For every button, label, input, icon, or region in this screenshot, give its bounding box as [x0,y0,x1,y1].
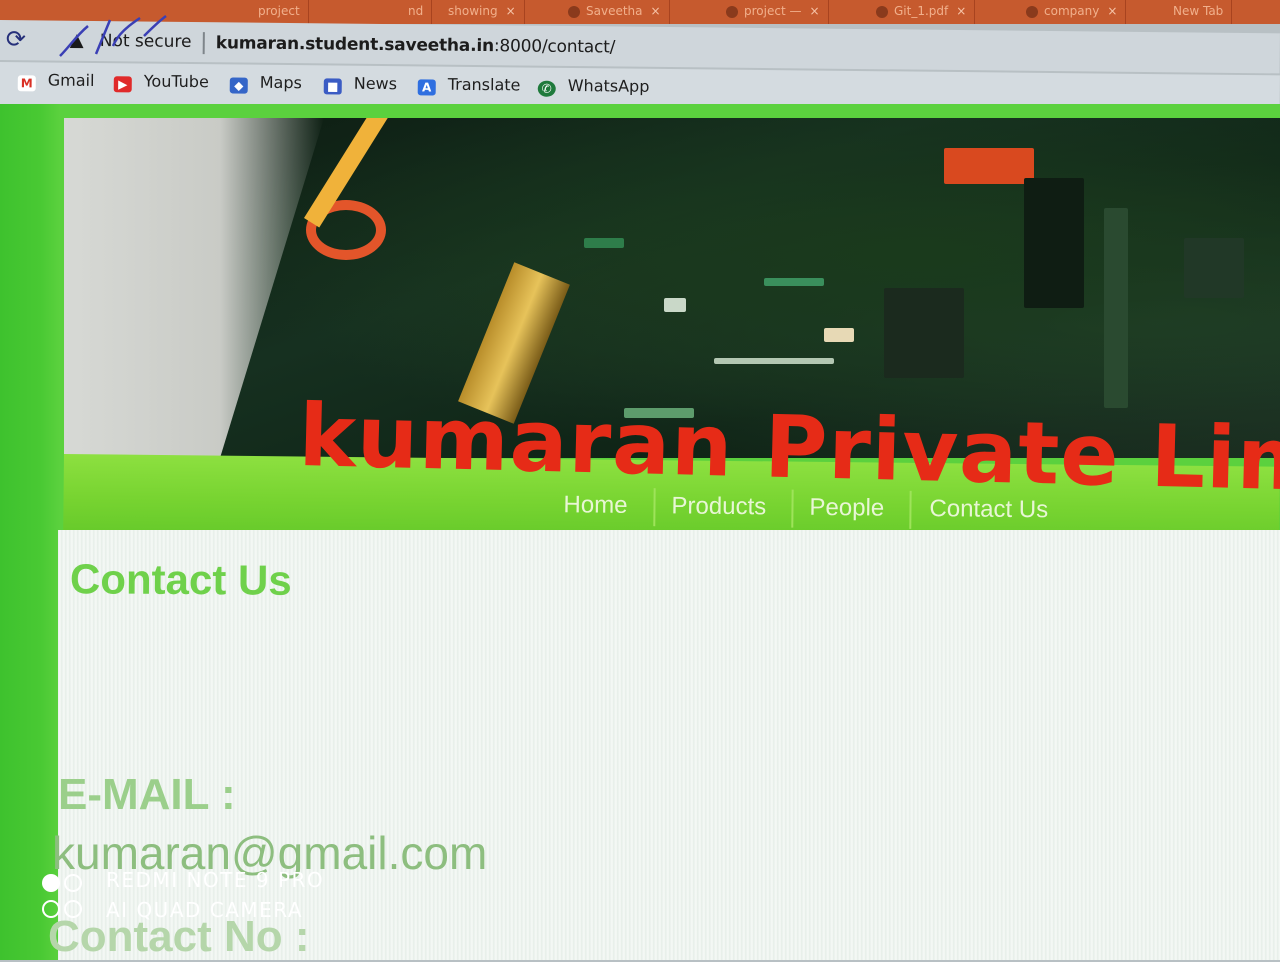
reload-icon[interactable]: ⟳ [6,25,32,53]
gmail-icon: M [17,75,36,92]
browser-tab[interactable]: New Tab [1165,0,1233,24]
board-component [584,238,624,248]
url-path: :8000/contact/ [493,36,616,58]
tab-label: New Tab [1173,4,1224,18]
board-component [764,278,824,286]
news-icon: ■ [323,78,342,95]
hero-fade [64,118,324,458]
board-component [884,288,964,378]
bookmark-label: Gmail [47,70,95,90]
browser-tab[interactable]: Git_1.pdf × [868,0,976,24]
bookmark-label: Translate [447,74,521,95]
bookmark-label: Maps [259,72,303,93]
tab-label: project — [744,4,802,18]
browser-tab[interactable]: nd [400,0,433,24]
browser-tab[interactable]: showing × [440,0,525,24]
browser-tab[interactable]: Saveetha × [560,0,670,24]
tab-label: Saveetha [586,4,643,18]
tab-close-icon[interactable]: × [809,4,819,18]
tab-close-icon[interactable]: × [956,4,966,18]
pen-scribble [59,15,167,57]
maps-icon: ◆ [229,77,248,94]
browser-tab[interactable]: project — × [718,0,829,24]
tab-favicon-icon [568,5,580,18]
browser-tab[interactable]: company × [1018,0,1127,24]
email-label: E-MAIL : [58,770,236,819]
translate-icon: A [417,79,436,96]
board-component [1184,238,1244,298]
bookmark-label: WhatsApp [567,75,650,96]
tab-label: Git_1.pdf [894,4,949,18]
tab-label: showing [448,4,498,18]
board-component [1104,208,1128,408]
tab-favicon-icon [876,5,888,18]
bookmark-gmail[interactable]: M Gmail [17,70,95,92]
watermark-line2: AI QUAD CAMERA [106,898,304,922]
camera-logo-icon [40,870,90,922]
page-title: Contact Us [69,555,292,604]
tab-label: project [258,4,300,18]
bookmark-youtube[interactable]: ▶ YouTube [113,71,209,93]
nav-home[interactable]: Home [563,491,627,520]
board-component [944,148,1034,184]
tab-close-icon[interactable]: × [506,4,516,18]
board-component [824,328,854,342]
bookmark-translate[interactable]: A Translate [417,74,521,96]
tab-strip: project nd showing × Saveetha × project — ×… [0,0,1280,24]
browser-tab[interactable]: project [250,0,309,24]
whatsapp-icon: ✆ [537,80,556,97]
tab-close-icon[interactable]: × [1107,4,1117,18]
tab-label: company [1044,4,1100,18]
bookmark-label: News [353,73,398,94]
board-component [714,358,834,364]
bookmark-whatsapp[interactable]: ✆ WhatsApp [537,75,650,98]
url-field[interactable]: kumaran.student.saveetha.in:8000/contact… [216,33,616,57]
address-divider [202,32,205,55]
tab-close-icon[interactable]: × [651,4,661,18]
youtube-icon: ▶ [113,76,132,93]
bookmark-news[interactable]: ■ News [323,73,398,95]
watermark-line1: REDMI NOTE 9 PRO [106,868,325,892]
tab-favicon-icon [1026,5,1038,18]
tab-label: nd [408,4,424,18]
bookmark-maps[interactable]: ◆ Maps [229,72,303,94]
board-component [1024,178,1084,308]
url-host: kumaran.student.saveetha.in [215,33,495,57]
tab-favicon-icon [726,5,738,18]
board-component [664,298,686,312]
bookmark-label: YouTube [143,71,209,92]
